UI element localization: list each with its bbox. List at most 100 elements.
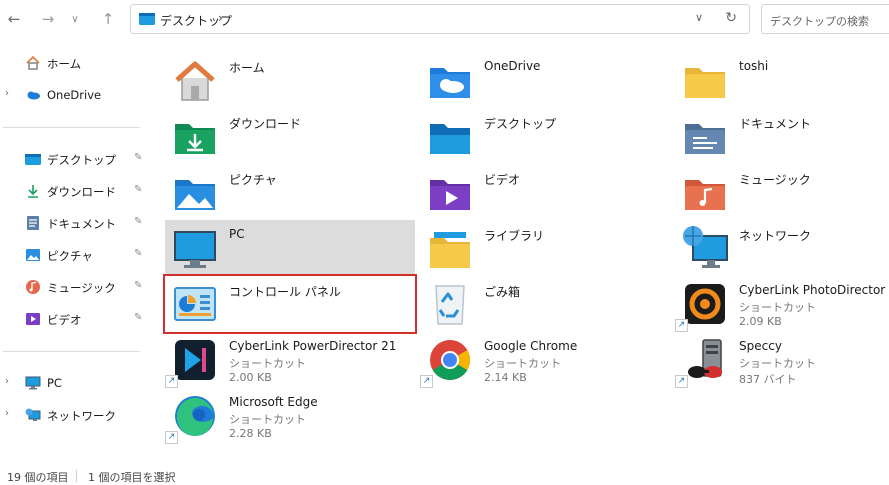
list-item[interactable]: ライブラリ (420, 220, 670, 276)
photodirector-icon (685, 284, 725, 324)
address-bar[interactable]: デスクトップ › ∨ ↻ (130, 4, 750, 34)
list-item[interactable]: ↗ Speccy ショートカット 837 バイト (675, 332, 889, 388)
item-name: デスクトップ (484, 117, 557, 131)
sidebar-divider (3, 127, 140, 128)
list-item-highlighted[interactable]: コントロール パネル (163, 274, 417, 334)
download-folder-icon (175, 124, 215, 154)
sidebar-item-label: ネットワーク (47, 409, 116, 423)
up-button[interactable]: ↑ (96, 8, 120, 30)
sidebar-item-label: ビデオ (47, 313, 82, 327)
sidebar-item-pictures[interactable]: ピクチャ ✎ (0, 242, 150, 268)
list-item-selected[interactable]: PC (165, 220, 415, 276)
documents-folder-icon (685, 124, 725, 154)
sidebar-item-label: ミュージック (47, 281, 116, 295)
item-name: Speccy (739, 339, 782, 353)
onedrive-folder-icon (430, 68, 470, 98)
item-name: ネットワーク (739, 229, 812, 243)
list-item[interactable]: ↗ Google Chrome ショートカット 2.14 KB (420, 332, 670, 388)
sidebar-item-home[interactable]: ホーム (0, 50, 150, 76)
list-item[interactable]: ビデオ (420, 164, 670, 220)
selection-count: 1 個の項目を選択 (88, 471, 176, 484)
pc-icon (174, 231, 216, 268)
sidebar-item-pc[interactable]: › PC (0, 370, 150, 396)
pictures-icon (26, 249, 40, 261)
sidebar-item-documents[interactable]: ドキュメント ✎ (0, 210, 150, 236)
shortcut-arrow-icon: ↗ (420, 375, 433, 388)
pc-icon (25, 376, 41, 390)
sidebar-item-network[interactable]: › ネットワーク (0, 402, 150, 428)
control-panel-icon (174, 287, 216, 321)
shortcut-arrow-icon: ↗ (165, 375, 178, 388)
item-size: 2.09 KB (739, 315, 782, 328)
sidebar-divider (3, 351, 140, 352)
powerdirector-icon (175, 340, 215, 380)
videos-icon (26, 313, 40, 325)
status-divider (76, 470, 77, 482)
list-item[interactable]: ↗ CyberLink PhotoDirector 14 ショートカット 2.0… (675, 276, 889, 332)
item-name: Google Chrome (484, 339, 578, 353)
address-dropdown-button[interactable]: ∨ (695, 11, 703, 24)
item-type: ショートカット (229, 413, 306, 426)
expand-chevron-icon[interactable]: › (5, 88, 9, 99)
item-name: ピクチャ (229, 173, 277, 187)
sidebar-item-label: ピクチャ (47, 249, 93, 263)
list-item[interactable]: ネットワーク (675, 220, 889, 276)
list-item[interactable]: ごみ箱 (420, 276, 670, 332)
sidebar-item-label: ダウンロード (47, 185, 116, 199)
item-name: CyberLink PowerDirector 21 (229, 339, 397, 353)
sidebar-item-downloads[interactable]: ダウンロード ✎ (0, 178, 150, 204)
toolbar: ← → ∨ ↑ デスクトップ › ∨ ↻ デスクトップの検索 (0, 0, 889, 40)
onedrive-icon (27, 91, 40, 100)
desktop-folder-icon (430, 124, 470, 154)
sidebar-item-desktop[interactable]: デスクトップ ✎ (0, 146, 150, 172)
download-icon (28, 185, 38, 198)
search-input[interactable]: デスクトップの検索 (761, 4, 889, 34)
item-size: 2.28 KB (229, 427, 272, 440)
pin-icon: ✎ (134, 312, 143, 323)
forward-button[interactable]: → (36, 8, 60, 30)
network-icon (683, 226, 728, 268)
pin-icon: ✎ (134, 248, 143, 259)
pictures-folder-icon (175, 180, 215, 210)
list-item[interactable]: OneDrive (420, 52, 670, 108)
list-item[interactable]: デスクトップ (420, 108, 670, 164)
list-item[interactable]: ↗ Microsoft Edge ショートカット 2.28 KB (165, 388, 415, 444)
chrome-icon (430, 340, 470, 380)
item-name: OneDrive (484, 59, 541, 73)
item-name: Microsoft Edge (229, 395, 318, 409)
sidebar-item-onedrive[interactable]: › OneDrive (0, 82, 150, 108)
item-name: コントロール パネル (229, 285, 341, 299)
list-item[interactable]: ドキュメント (675, 108, 889, 164)
list-item[interactable]: ミュージック (675, 164, 889, 220)
item-name: CyberLink PhotoDirector 14 (739, 283, 889, 297)
list-item[interactable]: ↗ CyberLink PowerDirector 21 ショートカット 2.0… (165, 332, 415, 388)
list-item[interactable]: ダウンロード (165, 108, 415, 164)
item-type: ショートカット (229, 357, 306, 370)
sidebar-item-videos[interactable]: ビデオ ✎ (0, 306, 150, 332)
item-name: PC (229, 227, 245, 241)
user-folder-icon (685, 68, 725, 98)
list-item[interactable]: ピクチャ (165, 164, 415, 220)
expand-chevron-icon[interactable]: › (5, 376, 9, 387)
back-button[interactable]: ← (2, 8, 26, 30)
list-item[interactable]: ホーム (165, 52, 415, 108)
videos-folder-icon (430, 180, 470, 210)
home-icon (26, 55, 40, 70)
speccy-icon (688, 339, 722, 378)
pin-icon: ✎ (134, 216, 143, 227)
sidebar-item-music[interactable]: ミュージック ✎ (0, 274, 150, 300)
pin-icon: ✎ (134, 152, 143, 163)
recycle-bin-icon (435, 285, 465, 325)
breadcrumb-separator-icon[interactable]: › (218, 11, 223, 25)
expand-chevron-icon[interactable]: › (5, 408, 9, 419)
search-placeholder: デスクトップの検索 (770, 15, 869, 28)
refresh-button[interactable]: ↻ (725, 10, 737, 26)
item-size: 837 バイト (739, 373, 797, 386)
sidebar-item-label: OneDrive (47, 88, 102, 102)
recent-locations-button[interactable]: ∨ (66, 8, 84, 30)
list-item[interactable]: toshi (675, 52, 889, 108)
item-type: ショートカット (739, 301, 816, 314)
item-type: ショートカット (739, 357, 816, 370)
item-count: 19 個の項目 (7, 471, 69, 484)
desktop-folder-icon (25, 154, 41, 165)
